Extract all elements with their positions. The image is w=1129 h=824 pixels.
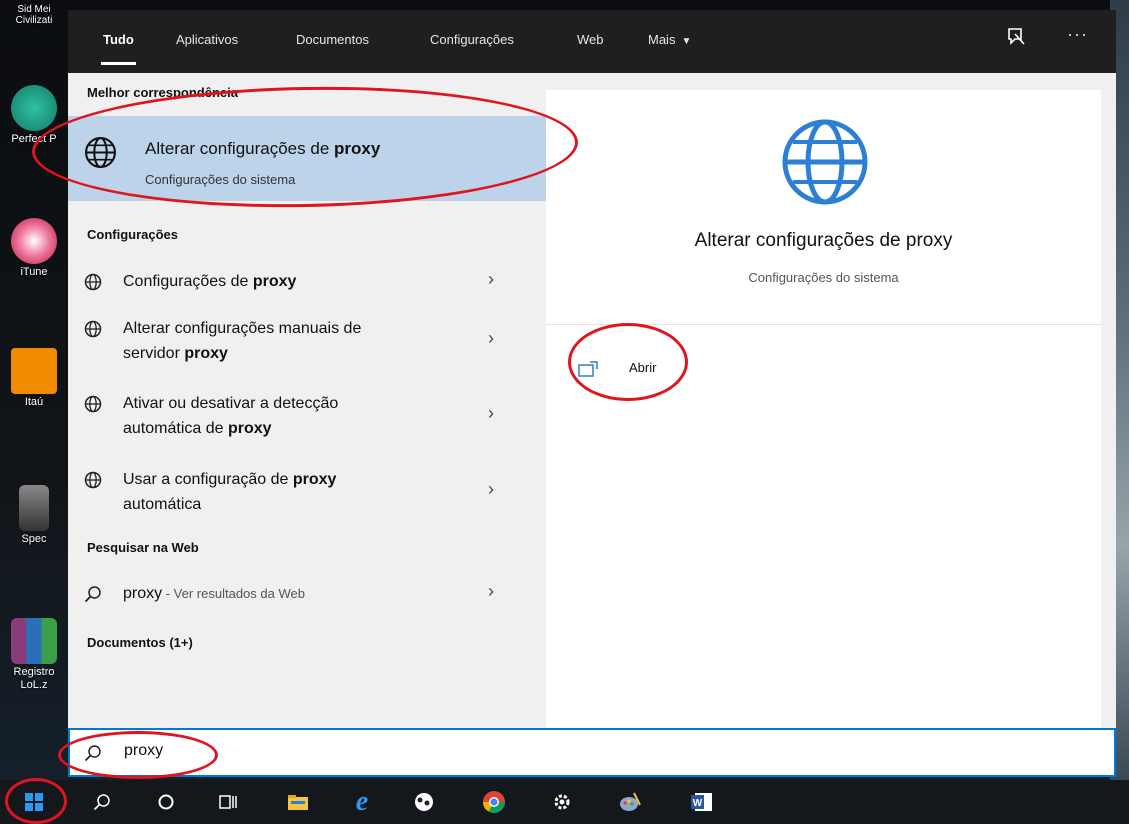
chevron-right-icon: ›: [488, 581, 494, 601]
label-bold: proxy: [227, 420, 272, 437]
cortana-icon[interactable]: [152, 788, 180, 816]
globe-icon: [85, 137, 116, 168]
label-line1: Alterar configurações manuais de: [123, 320, 362, 337]
taskbar: e W: [0, 780, 1129, 824]
tab-all[interactable]: Tudo: [101, 32, 136, 65]
settings-item-label: Ativar ou desativar a detecção automática…: [123, 391, 463, 441]
desktop-icon-label: Itaú: [24, 396, 44, 408]
best-match-subtitle: Configurações do sistema: [145, 172, 296, 187]
settings-item-auto-detect[interactable]: Ativar ou desativar a detecção automática…: [68, 391, 546, 443]
globe-icon: [84, 471, 102, 489]
speccy-icon: [19, 485, 49, 531]
desktop-icon-label: Spec: [21, 533, 47, 545]
best-match-item[interactable]: Alterar configurações de proxy Configura…: [68, 116, 546, 201]
results-list: Melhor correspondência Alterar configura…: [68, 73, 546, 728]
tab-more[interactable]: Mais ▼: [648, 32, 691, 47]
paint-icon[interactable]: [616, 788, 644, 816]
word-icon[interactable]: W: [688, 788, 716, 816]
desktop-icon-label: Registro LoL.z: [13, 666, 55, 691]
label-bold: proxy: [252, 273, 297, 290]
desktop-icon-itunes[interactable]: iTune: [0, 218, 68, 278]
open-button[interactable]: Abrir: [629, 360, 656, 375]
search-icon: [84, 745, 101, 762]
section-documents[interactable]: Documentos (1+): [87, 635, 193, 650]
label-line2: automática de: [123, 420, 228, 437]
windows-start-icon[interactable]: [20, 788, 48, 816]
open-window-icon[interactable]: [578, 361, 598, 377]
feedback-icon[interactable]: [1005, 26, 1027, 54]
label-line2: automática: [123, 496, 202, 513]
chrome-icon[interactable]: [480, 788, 508, 816]
more-options-icon[interactable]: ···: [1067, 24, 1088, 45]
globe-icon: [84, 395, 102, 413]
web-query-suffix: - Ver resultados da Web: [162, 586, 305, 601]
settings-item-label: Configurações de proxy: [123, 269, 463, 294]
solitaire-icon[interactable]: [410, 788, 438, 816]
web-search-item[interactable]: proxy - Ver resultados da Web ›: [68, 581, 546, 611]
preview-pane: Alterar configurações de proxy Configura…: [546, 90, 1101, 728]
globe-icon: [782, 119, 868, 205]
perfect-app-icon: [11, 85, 57, 131]
itau-icon: [11, 348, 57, 394]
label-bold: proxy: [292, 471, 337, 488]
settings-item-label: Alterar configurações manuais de servidor…: [123, 316, 463, 366]
section-settings: Configurações: [87, 227, 179, 242]
desktop-icon-speccy[interactable]: Spec: [0, 485, 68, 545]
settings-item-proxy[interactable]: Configurações de proxy ›: [68, 269, 546, 299]
internet-explorer-icon[interactable]: e: [348, 786, 376, 817]
ie-glyph: e: [355, 786, 369, 817]
itunes-icon: [11, 218, 57, 264]
label-line2: servidor: [123, 345, 185, 362]
tab-documents[interactable]: Documentos: [296, 32, 369, 47]
chevron-right-icon: ›: [488, 479, 494, 499]
search-input[interactable]: [122, 741, 1026, 761]
search-icon: [84, 586, 101, 603]
winrar-icon: [11, 618, 57, 664]
best-match-title: Alterar configurações de proxy: [145, 139, 380, 159]
settings-item-auto-config[interactable]: Usar a configuração de proxy automática ›: [68, 467, 546, 519]
tab-more-label: Mais: [648, 32, 676, 47]
desktop-icon-label: iTune: [20, 266, 48, 278]
svg-text:W: W: [693, 798, 703, 809]
desktop-icon-civilization[interactable]: Sid Mei Civilizati: [0, 4, 68, 26]
settings-item-manual-proxy[interactable]: Alterar configurações manuais de servidor…: [68, 316, 546, 368]
tab-web[interactable]: Web: [577, 32, 604, 47]
desktop-icon-itau[interactable]: Itaú: [0, 348, 68, 408]
tab-settings[interactable]: Configurações: [430, 32, 514, 47]
preview-title: Alterar configurações de proxy: [694, 230, 953, 251]
preview-subtitle: Configurações do sistema: [748, 270, 899, 285]
globe-icon: [84, 273, 102, 291]
desktop-icon-registro[interactable]: Registro LoL.z: [0, 618, 68, 692]
tab-apps[interactable]: Aplicativos: [176, 32, 238, 47]
best-match-title-text: Alterar configurações de: [145, 139, 334, 158]
caret-down-icon: ▼: [681, 36, 692, 47]
chevron-right-icon: ›: [488, 403, 494, 423]
taskbar-search-icon[interactable]: [88, 788, 116, 816]
web-query: proxy: [123, 585, 163, 602]
search-tab-bar: Tudo Aplicativos Documentos Configuraçõe…: [68, 10, 1116, 73]
file-explorer-icon[interactable]: [284, 788, 312, 816]
section-best-match: Melhor correspondência: [87, 85, 238, 100]
globe-icon: [84, 320, 102, 338]
desktop-icon-perfect[interactable]: Perfect P: [0, 85, 68, 145]
settings-gear-icon[interactable]: [548, 788, 576, 816]
label-line1: Ativar ou desativar a detecção: [123, 395, 339, 412]
task-view-icon[interactable]: [214, 788, 242, 816]
chevron-right-icon: ›: [488, 328, 494, 348]
desktop-icon-label: Perfect P: [11, 133, 57, 145]
chevron-right-icon: ›: [488, 269, 494, 289]
section-web-search: Pesquisar na Web: [87, 540, 199, 555]
web-search-label: proxy - Ver resultados da Web: [123, 581, 463, 606]
label-line1: Usar a configuração de: [123, 471, 293, 488]
search-box: [68, 728, 1116, 777]
best-match-title-bold: proxy: [334, 139, 381, 158]
desktop-icon-label: Sid Mei Civilizati: [15, 4, 53, 26]
settings-item-label: Usar a configuração de proxy automática: [123, 467, 463, 517]
start-search-panel: Tudo Aplicativos Documentos Configuraçõe…: [68, 10, 1116, 728]
label-text: Configurações de: [123, 273, 253, 290]
label-bold: proxy: [184, 345, 228, 362]
preview-divider: [546, 324, 1101, 325]
